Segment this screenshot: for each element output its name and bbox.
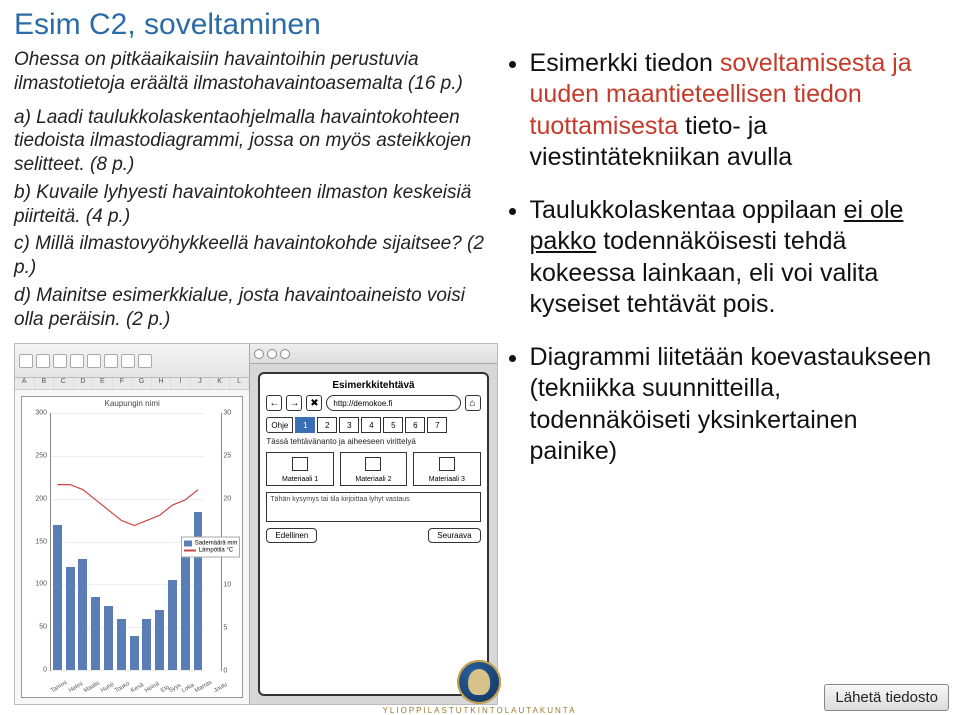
- toolbar-button[interactable]: [121, 354, 135, 368]
- col-header: B: [35, 378, 55, 389]
- close-icon[interactable]: ✖: [306, 395, 322, 411]
- forward-icon[interactable]: →: [286, 395, 302, 411]
- task-a: a) Laadi taulukkolaskentaohjelmalla hava…: [14, 106, 498, 177]
- tab-2[interactable]: 2: [317, 417, 337, 433]
- url-field[interactable]: http://demokoe.fi: [326, 395, 460, 411]
- prev-button[interactable]: Edellinen: [266, 528, 317, 543]
- col-header: K: [210, 378, 230, 389]
- board-logo: YLIOPPILASTUTKINTOLAUTAKUNTA: [383, 660, 577, 715]
- ytick-left: 200: [27, 495, 47, 502]
- logo-text: YLIOPPILASTUTKINTOLAUTAKUNTA: [383, 706, 577, 715]
- col-header: A: [15, 378, 35, 389]
- chart-bar: [78, 559, 87, 670]
- chart-bar: [168, 580, 177, 670]
- chart-bar: [155, 610, 164, 670]
- tab-7[interactable]: 7: [427, 417, 447, 433]
- window-control-icon[interactable]: [267, 349, 277, 359]
- spreadsheet-toolbar: [15, 344, 249, 378]
- wireframe-title: Esimerkkitehtävä: [266, 380, 480, 391]
- task-d: d) Mainitse esimerkkialue, josta havaint…: [14, 284, 498, 332]
- wireframe-browser: Esimerkkitehtävä ← → ✖ http://demokoe.fi…: [250, 344, 496, 704]
- col-header: H: [152, 378, 172, 389]
- toolbar-button[interactable]: [53, 354, 67, 368]
- wireframe-topbar: [250, 344, 496, 364]
- bullet-1: Esimerkki tiedon soveltamisesta ja uuden…: [530, 48, 945, 173]
- material-card[interactable]: Materiaali 3: [413, 452, 480, 486]
- toolbar-button[interactable]: [19, 354, 33, 368]
- ytick-left: 250: [27, 453, 47, 460]
- chart-legend: Sademäärä mm Lämpötila °C: [181, 537, 241, 558]
- tab-4[interactable]: 4: [361, 417, 381, 433]
- tab-3[interactable]: 3: [339, 417, 359, 433]
- chart-title: Kaupungin nimi: [105, 399, 160, 408]
- col-header: E: [93, 378, 113, 389]
- col-header: I: [171, 378, 191, 389]
- chart-bar: [91, 597, 100, 670]
- send-file-button[interactable]: Lähetä tiedosto: [824, 684, 949, 711]
- ytick-right: 5: [223, 625, 239, 632]
- toolbar-button[interactable]: [87, 354, 101, 368]
- tab-5[interactable]: 5: [383, 417, 403, 433]
- col-header: C: [54, 378, 74, 389]
- col-header: L: [230, 378, 250, 389]
- toolbar-button[interactable]: [36, 354, 50, 368]
- toolbar-button[interactable]: [138, 354, 152, 368]
- chart-bar: [66, 567, 75, 670]
- ytick-left: 100: [27, 581, 47, 588]
- ytick-left: 300: [27, 410, 47, 417]
- climate-chart: Kaupungin nimi 050100150200250300 051015…: [21, 396, 243, 698]
- figure-composite: A B C D E F G H I J K L: [14, 343, 498, 705]
- material-card[interactable]: Materiaali 1: [266, 452, 333, 486]
- col-header: G: [132, 378, 152, 389]
- bullet-2: Taulukkolaskentaa oppilaan ei ole pakko …: [530, 195, 945, 320]
- ytick-right: 25: [223, 453, 239, 460]
- spreadsheet-app: A B C D E F G H I J K L: [15, 344, 250, 704]
- next-button[interactable]: Seuraava: [428, 528, 480, 543]
- task-b: b) Kuvaile lyhyesti havaintokohteen ilma…: [14, 181, 498, 229]
- col-header: D: [74, 378, 94, 389]
- toolbar-button[interactable]: [70, 354, 84, 368]
- tab-6[interactable]: 6: [405, 417, 425, 433]
- window-control-icon[interactable]: [280, 349, 290, 359]
- window-control-icon[interactable]: [254, 349, 264, 359]
- col-header: J: [191, 378, 211, 389]
- tab-ohje[interactable]: Ohje: [266, 417, 293, 433]
- col-header: F: [113, 378, 133, 389]
- legend-bar: Sademäärä mm: [195, 541, 238, 547]
- logo-icon: [458, 660, 502, 704]
- ytick-right: 30: [223, 410, 239, 417]
- ytick-right: 10: [223, 582, 239, 589]
- back-icon[interactable]: ←: [266, 395, 282, 411]
- ytick-left: 150: [27, 538, 47, 545]
- home-icon[interactable]: ⌂: [465, 395, 481, 411]
- ytick-left: 50: [27, 624, 47, 631]
- task-c: c) Millä ilmastovyöhykkeellä havaintokoh…: [14, 232, 498, 280]
- chart-bar: [104, 606, 113, 670]
- wireframe-prompt: Tässä tehtävänanto ja aiheeseen virittel…: [266, 437, 480, 446]
- legend-line: Lämpötila °C: [199, 548, 233, 554]
- material-card[interactable]: Materiaali 2: [340, 452, 407, 486]
- toolbar-button[interactable]: [104, 354, 118, 368]
- tab-1[interactable]: 1: [295, 417, 315, 433]
- answer-field[interactable]: Tähän kysymys tai tila kirjoittaa lyhyt …: [266, 492, 480, 522]
- slide-title: Esim C2, soveltaminen: [14, 8, 945, 42]
- bullet-3: Diagrammi liitetään koevastaukseen (tekn…: [530, 342, 945, 467]
- ytick-right: 20: [223, 496, 239, 503]
- spreadsheet-column-headers: A B C D E F G H I J K L: [15, 378, 249, 390]
- intro-text: Ohessa on pitkäaikaisiin havaintoihin pe…: [14, 48, 498, 96]
